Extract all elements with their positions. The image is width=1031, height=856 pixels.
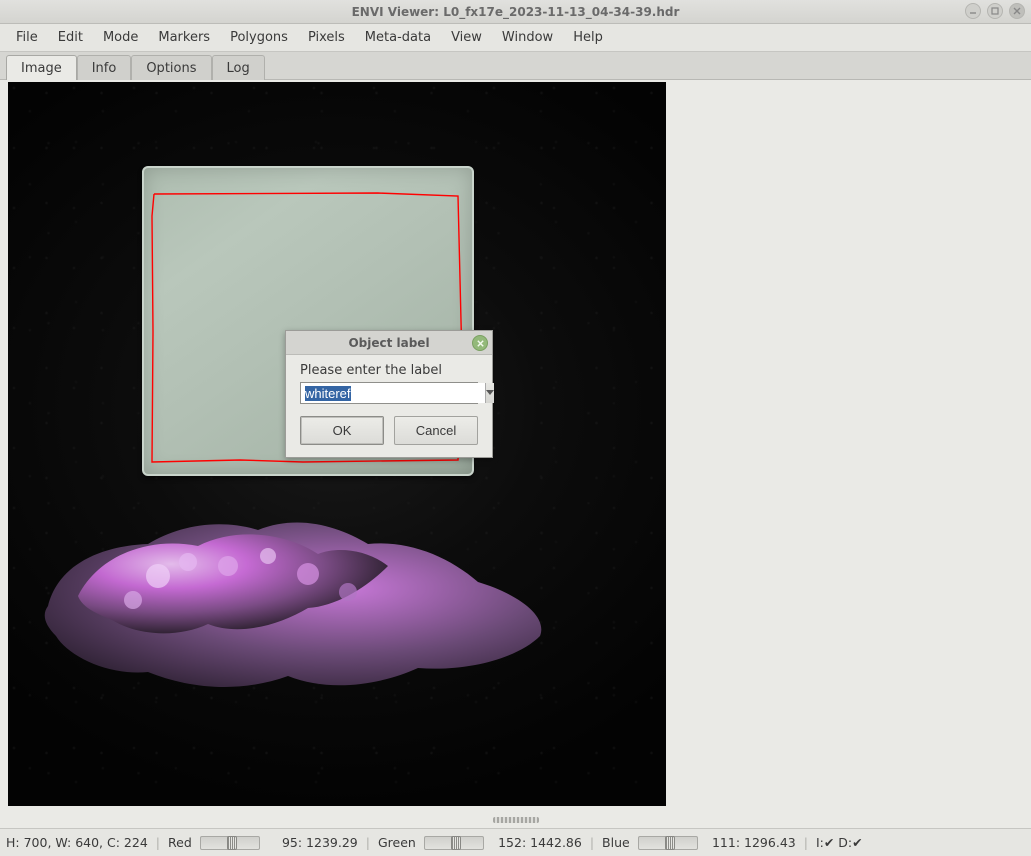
dialog-close-button[interactable] <box>472 335 488 351</box>
red-slider[interactable] <box>200 836 260 850</box>
tab-options[interactable]: Options <box>131 55 211 80</box>
label-input[interactable] <box>301 383 485 403</box>
object-label-dialog: Object label Please enter the label OK C… <box>285 330 493 458</box>
menu-mode[interactable]: Mode <box>95 27 146 48</box>
chevron-down-icon <box>486 390 494 396</box>
menu-file[interactable]: File <box>8 27 46 48</box>
tab-image[interactable]: Image <box>6 55 77 80</box>
statusbar: H: 700, W: 640, C: 224 | Red 95: 1239.29… <box>0 828 1031 856</box>
cancel-button[interactable]: Cancel <box>394 416 478 445</box>
menu-view[interactable]: View <box>443 27 490 48</box>
dialog-title: Object label <box>348 336 429 350</box>
dropdown-button[interactable] <box>485 383 494 403</box>
dialog-prompt: Please enter the label <box>300 363 478 378</box>
ok-button[interactable]: OK <box>300 416 384 445</box>
green-slider[interactable] <box>424 836 484 850</box>
dialog-titlebar[interactable]: Object label <box>286 331 492 355</box>
window-titlebar: ENVI Viewer: L0_fx17e_2023-11-13_04-34-3… <box>0 0 1031 24</box>
status-blue-value: 111: 1296.43 <box>706 835 796 850</box>
status-dimensions: H: 700, W: 640, C: 224 <box>6 835 148 850</box>
menu-window[interactable]: Window <box>494 27 561 48</box>
label-combobox[interactable] <box>300 382 478 404</box>
tabs-row: Image Info Options Log <box>0 52 1031 80</box>
menu-polygons[interactable]: Polygons <box>222 27 296 48</box>
splitter-handle[interactable] <box>0 816 1031 824</box>
maximize-button[interactable] <box>987 3 1003 19</box>
menu-metadata[interactable]: Meta-data <box>357 27 439 48</box>
menu-edit[interactable]: Edit <box>50 27 91 48</box>
status-flags: I:✔ D:✔ <box>816 835 863 850</box>
main-area: Object label Please enter the label OK C… <box>0 80 1031 828</box>
sample-object <box>38 496 558 696</box>
status-green-value: 152: 1442.86 <box>492 835 582 850</box>
status-red-label: Red <box>168 835 192 850</box>
window-title: ENVI Viewer: L0_fx17e_2023-11-13_04-34-3… <box>352 5 680 19</box>
menu-markers[interactable]: Markers <box>150 27 218 48</box>
tab-log[interactable]: Log <box>212 55 265 80</box>
splitter-grip-icon <box>493 817 539 823</box>
status-green-label: Green <box>378 835 416 850</box>
status-red-value: 95: 1239.29 <box>268 835 358 850</box>
status-blue-label: Blue <box>602 835 630 850</box>
tab-info[interactable]: Info <box>77 55 132 80</box>
menu-pixels[interactable]: Pixels <box>300 27 353 48</box>
minimize-button[interactable] <box>965 3 981 19</box>
blue-slider[interactable] <box>638 836 698 850</box>
menu-help[interactable]: Help <box>565 27 611 48</box>
menubar: File Edit Mode Markers Polygons Pixels M… <box>0 24 1031 52</box>
close-button[interactable] <box>1009 3 1025 19</box>
